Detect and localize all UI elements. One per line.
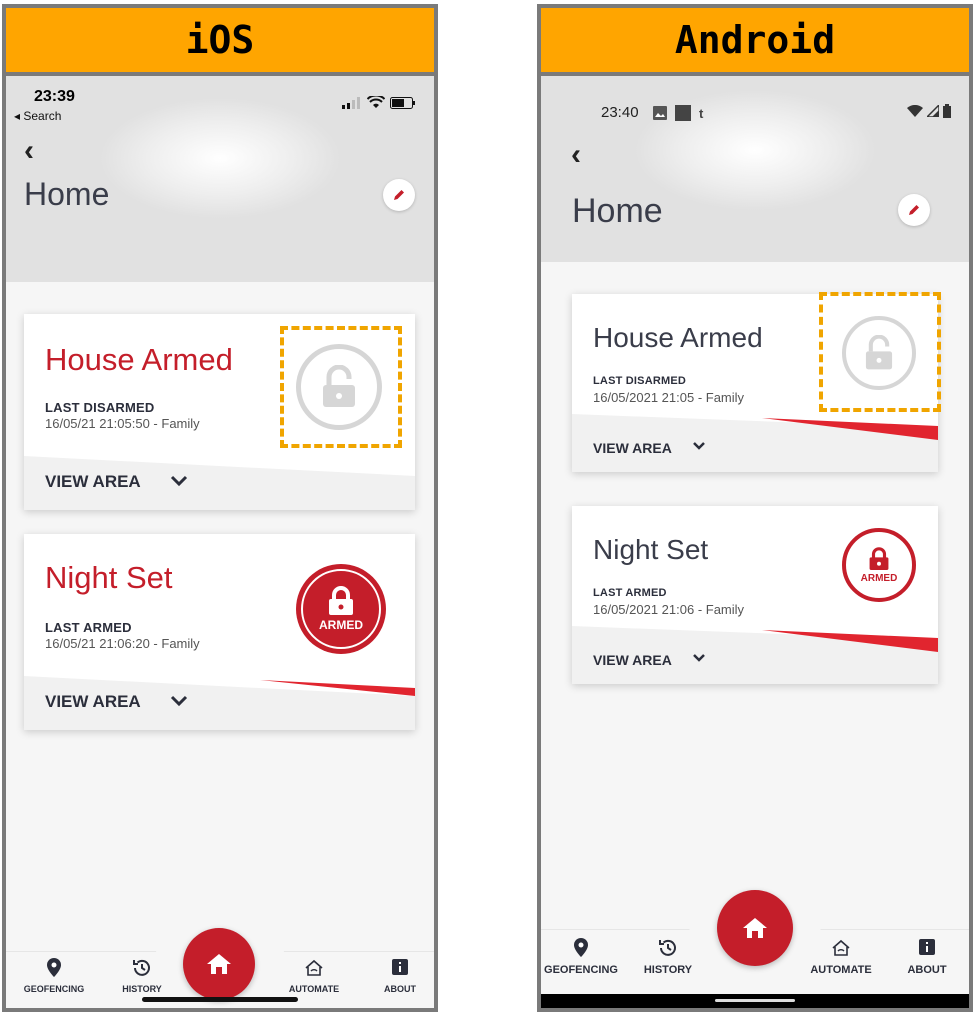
android-screen: 23:40 t ‹ Home House Armed LAST DISARMED… (541, 76, 969, 1008)
back-chevron-icon[interactable]: ‹ (24, 134, 34, 168)
header: 23:39 ◂ Search ‹ Home (6, 76, 434, 282)
platform-label-android: Android (541, 8, 969, 76)
card-footer-shape (572, 626, 938, 684)
home-fab-button[interactable] (717, 890, 793, 966)
armed-lock-button[interactable]: ARMED (296, 564, 386, 654)
battery-icon (943, 104, 951, 118)
signal-icon (342, 96, 360, 109)
bottom-navigation: GEOFENCING HISTORY AUTOMATE ABOUT (541, 884, 969, 994)
pencil-icon (394, 190, 404, 200)
status-icons (907, 104, 951, 118)
info-icon (919, 939, 935, 955)
highlight-box (819, 292, 941, 412)
status-time: 23:40 (601, 104, 639, 121)
bottom-navigation: GEOFENCING HISTORY AUTOMATE ABOUT (6, 910, 434, 1008)
ios-screen: 23:39 ◂ Search ‹ Home House Armed LAST D… (6, 76, 434, 1008)
nav-about[interactable]: ABOUT (887, 938, 967, 976)
info-icon (392, 959, 408, 975)
view-area-button[interactable]: VIEW AREA (45, 692, 141, 712)
nav-automate[interactable]: AUTOMATE (274, 958, 354, 994)
home-indicator (142, 997, 298, 1002)
chevron-down-icon[interactable] (170, 474, 188, 488)
last-event-date: 16/05/21 21:06:20 - Family (45, 636, 200, 651)
area-card-night[interactable]: Night Set LAST ARMED 16/05/2021 21:06 - … (572, 506, 938, 684)
signal-icon (927, 105, 939, 117)
history-icon (659, 939, 676, 956)
home-icon (207, 954, 231, 974)
view-area-button[interactable]: VIEW AREA (45, 472, 141, 492)
area-name: House Armed (45, 342, 233, 377)
edit-button[interactable] (383, 179, 415, 211)
image-notification-icon (653, 106, 667, 120)
last-event-date: 16/05/2021 21:06 - Family (593, 602, 745, 617)
last-event-label: LAST ARMED (45, 620, 132, 635)
area-name: Night Set (593, 534, 709, 565)
wifi-icon (367, 96, 385, 108)
wifi-icon (907, 105, 923, 117)
last-event-label: LAST ARMED (593, 587, 667, 599)
ios-phone-frame: iOS 23:39 ◂ Search ‹ Home House Armed LA… (2, 4, 438, 1012)
platform-label-ios: iOS (6, 8, 434, 76)
back-to-search-link[interactable]: ◂ Search (14, 109, 61, 123)
location-pin-icon (574, 938, 588, 957)
page-title: Home (572, 192, 663, 230)
status-icons (342, 96, 416, 109)
view-area-button[interactable]: VIEW AREA (593, 440, 672, 456)
nav-history[interactable]: HISTORY (102, 958, 182, 994)
edit-button[interactable] (898, 194, 930, 226)
nav-geofencing[interactable]: GEOFENCING (14, 958, 94, 994)
area-name: Night Set (45, 560, 173, 595)
page-title: Home (24, 176, 110, 212)
status-time: 23:39 (34, 88, 75, 105)
area-card-night[interactable]: Night Set LAST ARMED 16/05/21 21:06:20 -… (24, 534, 415, 730)
back-chevron-icon[interactable]: ‹ (571, 138, 581, 172)
battery-icon (390, 96, 415, 109)
square-notification-icon (675, 105, 691, 121)
chevron-down-icon[interactable] (692, 652, 706, 664)
armed-badge-text: ARMED (860, 572, 898, 584)
nav-about[interactable]: ABOUT (360, 958, 434, 994)
chevron-down-icon[interactable] (170, 694, 188, 708)
highlight-box (280, 326, 402, 448)
nav-geofencing[interactable]: GEOFENCING (541, 938, 621, 976)
smart-home-icon (832, 939, 850, 956)
last-event-date: 16/05/21 21:05:50 - Family (45, 416, 200, 431)
home-fab-button[interactable] (183, 928, 255, 1000)
armed-lock-button[interactable]: ARMED (842, 528, 916, 602)
chevron-down-icon[interactable] (692, 440, 706, 452)
area-name: House Armed (593, 322, 763, 353)
history-icon (133, 959, 150, 976)
last-event-label: LAST DISARMED (593, 375, 687, 387)
location-pin-icon (47, 958, 61, 977)
view-area-button[interactable]: VIEW AREA (593, 652, 672, 668)
notification-icons: t (653, 105, 703, 121)
last-event-label: LAST DISARMED (45, 400, 155, 415)
lock-icon (869, 546, 889, 570)
system-navigation-bar (541, 994, 969, 1008)
nav-history[interactable]: HISTORY (628, 938, 708, 976)
header: 23:40 t ‹ Home (541, 76, 969, 262)
home-icon (743, 918, 767, 938)
android-phone-frame: Android 23:40 t ‹ Home House Armed LAST … (537, 4, 973, 1012)
nav-automate[interactable]: AUTOMATE (801, 938, 881, 976)
gesture-bar[interactable] (715, 999, 795, 1002)
last-event-date: 16/05/2021 21:05 - Family (593, 390, 745, 405)
pencil-icon (909, 205, 919, 215)
card-footer-shape (572, 414, 938, 472)
notification-letter: t (699, 105, 704, 121)
smart-home-icon (305, 959, 323, 976)
